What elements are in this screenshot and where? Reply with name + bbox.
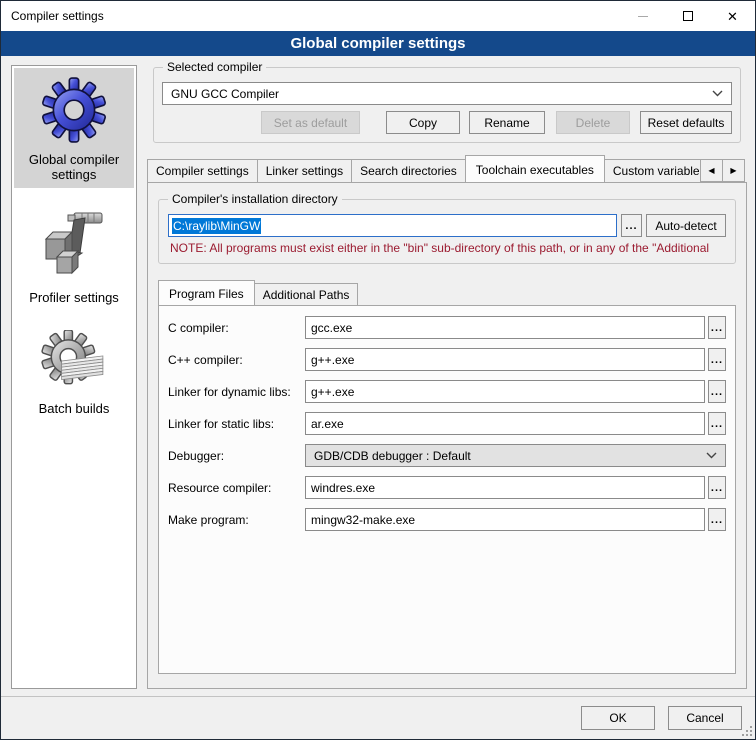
- tab-scroll-left-button[interactable]: ◀: [700, 159, 723, 182]
- scroll-right-icon: ▶: [730, 166, 736, 175]
- ok-button[interactable]: OK: [581, 706, 655, 730]
- tab-toolchain-executables[interactable]: Toolchain executables: [465, 155, 605, 183]
- resource-compiler-browse-button[interactable]: ...: [708, 476, 726, 499]
- ellipsis-icon: ...: [711, 421, 723, 427]
- ellipsis-icon: ...: [711, 389, 723, 395]
- sidebar-item-label: Global compiler settings: [16, 152, 132, 182]
- ellipsis-icon: ...: [625, 223, 637, 229]
- cpp-compiler-browse-button[interactable]: ...: [708, 348, 726, 371]
- minimize-button[interactable]: [620, 1, 665, 31]
- delete-button[interactable]: Delete: [556, 111, 630, 134]
- settings-category-list: Global compiler settings: [11, 65, 137, 689]
- make-program-label: Make program:: [168, 513, 305, 527]
- tab-additional-paths[interactable]: Additional Paths: [254, 283, 359, 305]
- resource-compiler-input[interactable]: [305, 476, 705, 499]
- static-linker-input[interactable]: [305, 412, 705, 435]
- dynamic-linker-browse-button[interactable]: ...: [708, 380, 726, 403]
- maximize-icon: [683, 11, 693, 21]
- bin-subdirectory-note: NOTE: All programs must exist either in …: [170, 241, 726, 255]
- ellipsis-icon: ...: [711, 517, 723, 523]
- field-row-c-compiler: C compiler: ...: [168, 316, 726, 339]
- copy-button[interactable]: Copy: [386, 111, 460, 134]
- field-row-make-program: Make program: ...: [168, 508, 726, 531]
- tab-program-files[interactable]: Program Files: [158, 280, 255, 306]
- cancel-button[interactable]: Cancel: [668, 706, 742, 730]
- dynamic-linker-label: Linker for dynamic libs:: [168, 385, 305, 399]
- compiler-select[interactable]: GNU GCC Compiler: [162, 82, 732, 105]
- c-compiler-browse-button[interactable]: ...: [708, 316, 726, 339]
- ellipsis-icon: ...: [711, 357, 723, 363]
- sidebar-item-profiler-settings[interactable]: Profiler settings: [14, 198, 134, 311]
- installation-directory-browse-button[interactable]: ...: [621, 214, 642, 237]
- field-row-cpp-compiler: C++ compiler: ...: [168, 348, 726, 371]
- installation-directory-value: C:\raylib\MinGW: [172, 218, 261, 234]
- dialog-footer: OK Cancel: [1, 696, 755, 739]
- cpp-compiler-input[interactable]: [305, 348, 705, 371]
- sidebar-item-label: Batch builds: [39, 401, 110, 416]
- make-program-browse-button[interactable]: ...: [708, 508, 726, 531]
- debugger-select[interactable]: GDB/CDB debugger : Default: [305, 444, 726, 467]
- minimize-icon: [638, 16, 648, 17]
- tab-scroll-right-button[interactable]: ▶: [722, 159, 745, 182]
- reset-defaults-button[interactable]: Reset defaults: [640, 111, 732, 134]
- debugger-label: Debugger:: [168, 449, 305, 463]
- chevron-down-icon: [712, 90, 723, 97]
- dynamic-linker-input[interactable]: [305, 380, 705, 403]
- debugger-select-value: GDB/CDB debugger : Default: [314, 449, 706, 463]
- close-button[interactable]: ✕: [710, 1, 755, 31]
- c-compiler-label: C compiler:: [168, 321, 305, 335]
- static-linker-browse-button[interactable]: ...: [708, 412, 726, 435]
- installation-directory-group: Compiler's installation directory C:\ray…: [158, 199, 736, 264]
- sidebar-item-global-compiler-settings[interactable]: Global compiler settings: [14, 68, 134, 188]
- scroll-left-icon: ◀: [708, 166, 714, 175]
- program-files-tab-bar: Program Files Additional Paths: [156, 278, 738, 305]
- rename-button[interactable]: Rename: [469, 111, 545, 134]
- set-as-default-button[interactable]: Set as default: [261, 111, 360, 134]
- field-row-resource-compiler: Resource compiler: ...: [168, 476, 726, 499]
- maximize-button[interactable]: [665, 1, 710, 31]
- resource-compiler-label: Resource compiler:: [168, 481, 305, 495]
- ellipsis-icon: ...: [711, 325, 723, 331]
- selected-compiler-group: Selected compiler GNU GCC Compiler Set a…: [153, 67, 741, 143]
- close-icon: ✕: [727, 10, 738, 23]
- compiler-settings-dialog: Compiler settings ✕ Global compiler sett…: [0, 0, 756, 740]
- window-title: Compiler settings: [1, 9, 620, 23]
- program-files-page: C compiler: ... C++ compiler: ... Linker…: [158, 305, 736, 674]
- installation-directory-input[interactable]: C:\raylib\MinGW: [168, 214, 617, 237]
- c-compiler-input[interactable]: [305, 316, 705, 339]
- gray-gear-stack-icon: [41, 330, 107, 395]
- field-row-static-linker: Linker for static libs: ...: [168, 412, 726, 435]
- sidebar-item-batch-builds[interactable]: Batch builds: [14, 321, 134, 422]
- page-title: Global compiler settings: [1, 31, 755, 56]
- settings-tab-bar: Compiler settings Linker settings Search…: [147, 153, 747, 182]
- auto-detect-button[interactable]: Auto-detect: [646, 214, 726, 237]
- caliper-icon: [38, 207, 110, 284]
- tab-search-directories[interactable]: Search directories: [351, 159, 466, 182]
- field-row-debugger: Debugger: GDB/CDB debugger : Default: [168, 444, 726, 467]
- toolchain-executables-page: Compiler's installation directory C:\ray…: [147, 182, 747, 689]
- tab-linker-settings[interactable]: Linker settings: [257, 159, 352, 182]
- tab-compiler-settings[interactable]: Compiler settings: [147, 159, 258, 182]
- selected-compiler-group-label: Selected compiler: [163, 60, 266, 74]
- installation-directory-group-label: Compiler's installation directory: [168, 192, 342, 206]
- make-program-input[interactable]: [305, 508, 705, 531]
- static-linker-label: Linker for static libs:: [168, 417, 305, 431]
- field-row-dynamic-linker: Linker for dynamic libs: ...: [168, 380, 726, 403]
- sidebar-item-label: Profiler settings: [29, 290, 119, 305]
- blue-gear-icon: [41, 77, 107, 146]
- compiler-select-value: GNU GCC Compiler: [171, 87, 712, 101]
- resize-grip[interactable]: [750, 734, 752, 736]
- tab-custom-variables[interactable]: Custom variables: [604, 159, 715, 182]
- title-bar: Compiler settings ✕: [1, 1, 755, 31]
- chevron-down-icon: [706, 452, 717, 459]
- cpp-compiler-label: C++ compiler:: [168, 353, 305, 367]
- ellipsis-icon: ...: [711, 485, 723, 491]
